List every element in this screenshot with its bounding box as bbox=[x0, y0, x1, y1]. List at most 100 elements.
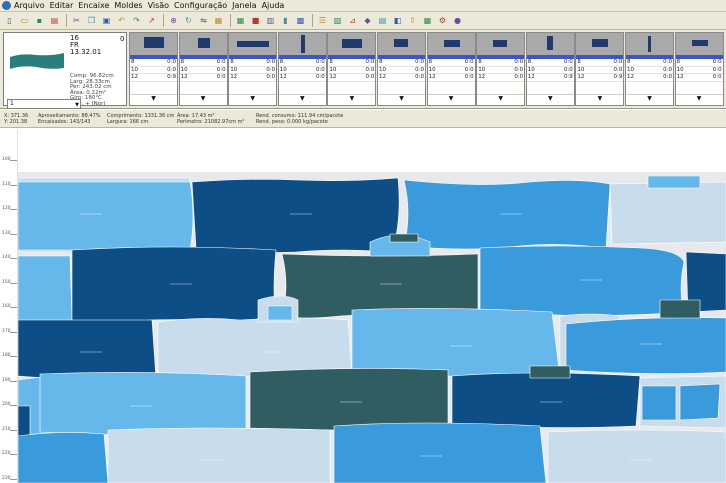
lock-icon[interactable]: ▤ bbox=[376, 14, 389, 27]
piece-icon[interactable]: ■ bbox=[249, 14, 262, 27]
measure-icon[interactable]: ⊿ bbox=[346, 14, 359, 27]
select-icon[interactable]: ▦ bbox=[212, 14, 225, 27]
piece-size-row[interactable]: 10 0:0 bbox=[477, 67, 525, 74]
piece-size-row[interactable]: 12 0:9 bbox=[130, 74, 177, 82]
open-file-icon[interactable]: ▭ bbox=[18, 14, 31, 27]
marker-piece[interactable] bbox=[249, 368, 449, 431]
marker-piece[interactable] bbox=[17, 432, 109, 483]
mirror-icon[interactable]: ⇋ bbox=[197, 14, 210, 27]
chevron-down-icon[interactable]: ▼ bbox=[130, 94, 177, 103]
align-icon[interactable]: ☰ bbox=[316, 14, 329, 27]
marker-piece[interactable] bbox=[107, 427, 331, 483]
current-piece-preview[interactable]: 16 FR 13.32.01 0 Comp: 96.82cm Larg: 28.… bbox=[3, 32, 127, 109]
piece-card[interactable]: 8 0:0 10 0:0 12 0:9 ▼ bbox=[575, 32, 625, 106]
piece-size-row[interactable]: 10 0:0 bbox=[378, 67, 425, 74]
piece-size-row[interactable]: 12 0:0 bbox=[477, 74, 525, 82]
nest-icon[interactable]: ▩ bbox=[294, 14, 307, 27]
help-icon[interactable]: ● bbox=[451, 14, 464, 27]
marker-piece[interactable] bbox=[403, 179, 611, 250]
menu-arquivo[interactable]: Arquivo bbox=[14, 1, 45, 10]
piece-size-row[interactable]: 10 0:0 bbox=[626, 67, 673, 74]
marker-piece[interactable] bbox=[659, 299, 701, 319]
menu-moldes[interactable]: Moldes bbox=[114, 1, 142, 10]
piece-size-row[interactable]: 8 0:0 bbox=[229, 59, 277, 67]
menu-visao[interactable]: Visão bbox=[148, 1, 169, 10]
piece-size-row[interactable]: 12 0:9 bbox=[526, 74, 574, 82]
piece-size-row[interactable]: 12 0:0 bbox=[675, 74, 723, 82]
marker-piece[interactable] bbox=[17, 181, 194, 251]
piece-size-row[interactable]: 12 0:0 bbox=[427, 74, 475, 82]
menu-configuracao[interactable]: Configuração bbox=[174, 1, 227, 10]
piece-size-row[interactable]: 12 0:0 bbox=[229, 74, 277, 82]
print-icon[interactable]: ▤ bbox=[48, 14, 61, 27]
chevron-down-icon[interactable]: ▼ bbox=[626, 94, 673, 103]
marker-piece[interactable] bbox=[529, 365, 571, 379]
layer-icon[interactable]: ◧ bbox=[391, 14, 404, 27]
piece-size-row[interactable]: 10 0:0 bbox=[427, 67, 475, 74]
marker-piece[interactable] bbox=[451, 372, 641, 428]
grid-icon[interactable]: ▦ bbox=[234, 14, 247, 27]
marker-layout[interactable] bbox=[0, 130, 726, 483]
marker-piece[interactable] bbox=[641, 385, 677, 421]
color-icon[interactable]: ◆ bbox=[361, 14, 374, 27]
piece-size-row[interactable]: 8 0:0 bbox=[477, 59, 525, 67]
piece-size-row[interactable]: 8 0:0 bbox=[378, 59, 425, 67]
chevron-down-icon[interactable]: ▼ bbox=[427, 94, 475, 103]
piece-card[interactable]: 8 0:0 10 0:0 12 0:0 ▼ bbox=[277, 32, 327, 106]
piece-card[interactable]: 8 0:0 10 0:0 12 0:0 ▼ bbox=[228, 32, 278, 106]
piece-size-row[interactable]: 10 0:0 bbox=[179, 67, 227, 74]
piece-size-row[interactable]: 12 0:9 bbox=[576, 74, 624, 82]
redo-icon[interactable]: ↷ bbox=[130, 14, 143, 27]
piece-card[interactable]: 8 0:0 10 0:0 12 0:0 ▼ bbox=[426, 32, 476, 106]
export-icon[interactable]: ⇪ bbox=[406, 14, 419, 27]
marker-piece[interactable] bbox=[17, 405, 31, 437]
rotate-icon[interactable]: ↻ bbox=[182, 14, 195, 27]
piece-card[interactable]: 8 0:0 10 0:0 12 0:0 ▼ bbox=[327, 32, 377, 106]
piece-size-row[interactable]: 10 0:0 bbox=[229, 67, 277, 74]
marker-piece[interactable] bbox=[647, 175, 701, 189]
copy-icon[interactable]: ❐ bbox=[85, 14, 98, 27]
chevron-down-icon[interactable]: ▼ bbox=[229, 94, 277, 103]
menu-ajuda[interactable]: Ajuda bbox=[262, 1, 285, 10]
piece-size-row[interactable]: 8 0:0 bbox=[427, 59, 475, 67]
menu-editar[interactable]: Editar bbox=[50, 1, 74, 10]
paste-icon[interactable]: ▣ bbox=[100, 14, 113, 27]
zoom-icon[interactable]: ⊕ bbox=[167, 14, 180, 27]
piece-card[interactable]: 8 0:0 10 0:0 12 0:0 ▼ bbox=[625, 32, 674, 106]
marker-piece[interactable] bbox=[267, 305, 293, 321]
marker-piece[interactable] bbox=[479, 245, 685, 317]
menu-janela[interactable]: Janela bbox=[232, 1, 256, 10]
size-select[interactable]: 1 ▼ bbox=[7, 99, 81, 109]
piece-card[interactable]: 8 0:0 10 0:0 12 0:0 ▼ bbox=[377, 32, 426, 106]
piece-size-row[interactable]: 10 0:0 bbox=[130, 67, 177, 74]
marker-piece[interactable] bbox=[679, 383, 721, 421]
chevron-down-icon[interactable]: ▼ bbox=[278, 94, 326, 103]
undo-icon[interactable]: ↶ bbox=[115, 14, 128, 27]
piece-size-row[interactable]: 12 0:0 bbox=[328, 74, 376, 82]
marker-piece[interactable] bbox=[351, 308, 561, 379]
chevron-down-icon[interactable]: ▼ bbox=[576, 94, 624, 103]
fabric-icon[interactable]: ▥ bbox=[264, 14, 277, 27]
piece-size-row[interactable]: 8 0:0 bbox=[179, 59, 227, 67]
marker-piece[interactable] bbox=[547, 429, 726, 483]
marker-piece[interactable] bbox=[191, 177, 400, 253]
chevron-down-icon[interactable]: ▼ bbox=[328, 94, 376, 103]
piece-size-row[interactable]: 8 0:0 bbox=[626, 59, 673, 67]
arrow-icon[interactable]: ↗ bbox=[145, 14, 158, 27]
piece-size-row[interactable]: 8 0:0 bbox=[576, 59, 624, 67]
marker-piece[interactable] bbox=[17, 255, 73, 323]
piece-size-row[interactable]: 10 0:0 bbox=[328, 67, 376, 74]
report-icon[interactable]: ▦ bbox=[421, 14, 434, 27]
piece-card[interactable]: 8 0:0 10 0:0 12 0:9 ▼ bbox=[525, 32, 575, 106]
piece-size-row[interactable]: 10 0:0 bbox=[526, 67, 574, 74]
new-file-icon[interactable]: ▯ bbox=[3, 14, 16, 27]
piece-size-row[interactable]: 12 0:0 bbox=[626, 74, 673, 82]
piece-card[interactable]: 8 0:0 10 0:0 12 0:0 ▼ bbox=[674, 32, 724, 106]
settings-icon[interactable]: ⚙ bbox=[436, 14, 449, 27]
save-icon[interactable]: ▪ bbox=[33, 14, 46, 27]
chevron-down-icon[interactable]: ▼ bbox=[477, 94, 525, 103]
marker-piece[interactable] bbox=[609, 181, 726, 245]
piece-size-row[interactable]: 10 0:0 bbox=[576, 67, 624, 74]
marker-piece[interactable] bbox=[71, 246, 277, 325]
marker-canvas[interactable]: 100 110 120 130 140 150 160 170 180 190 200 210 220 2… bbox=[0, 130, 726, 483]
